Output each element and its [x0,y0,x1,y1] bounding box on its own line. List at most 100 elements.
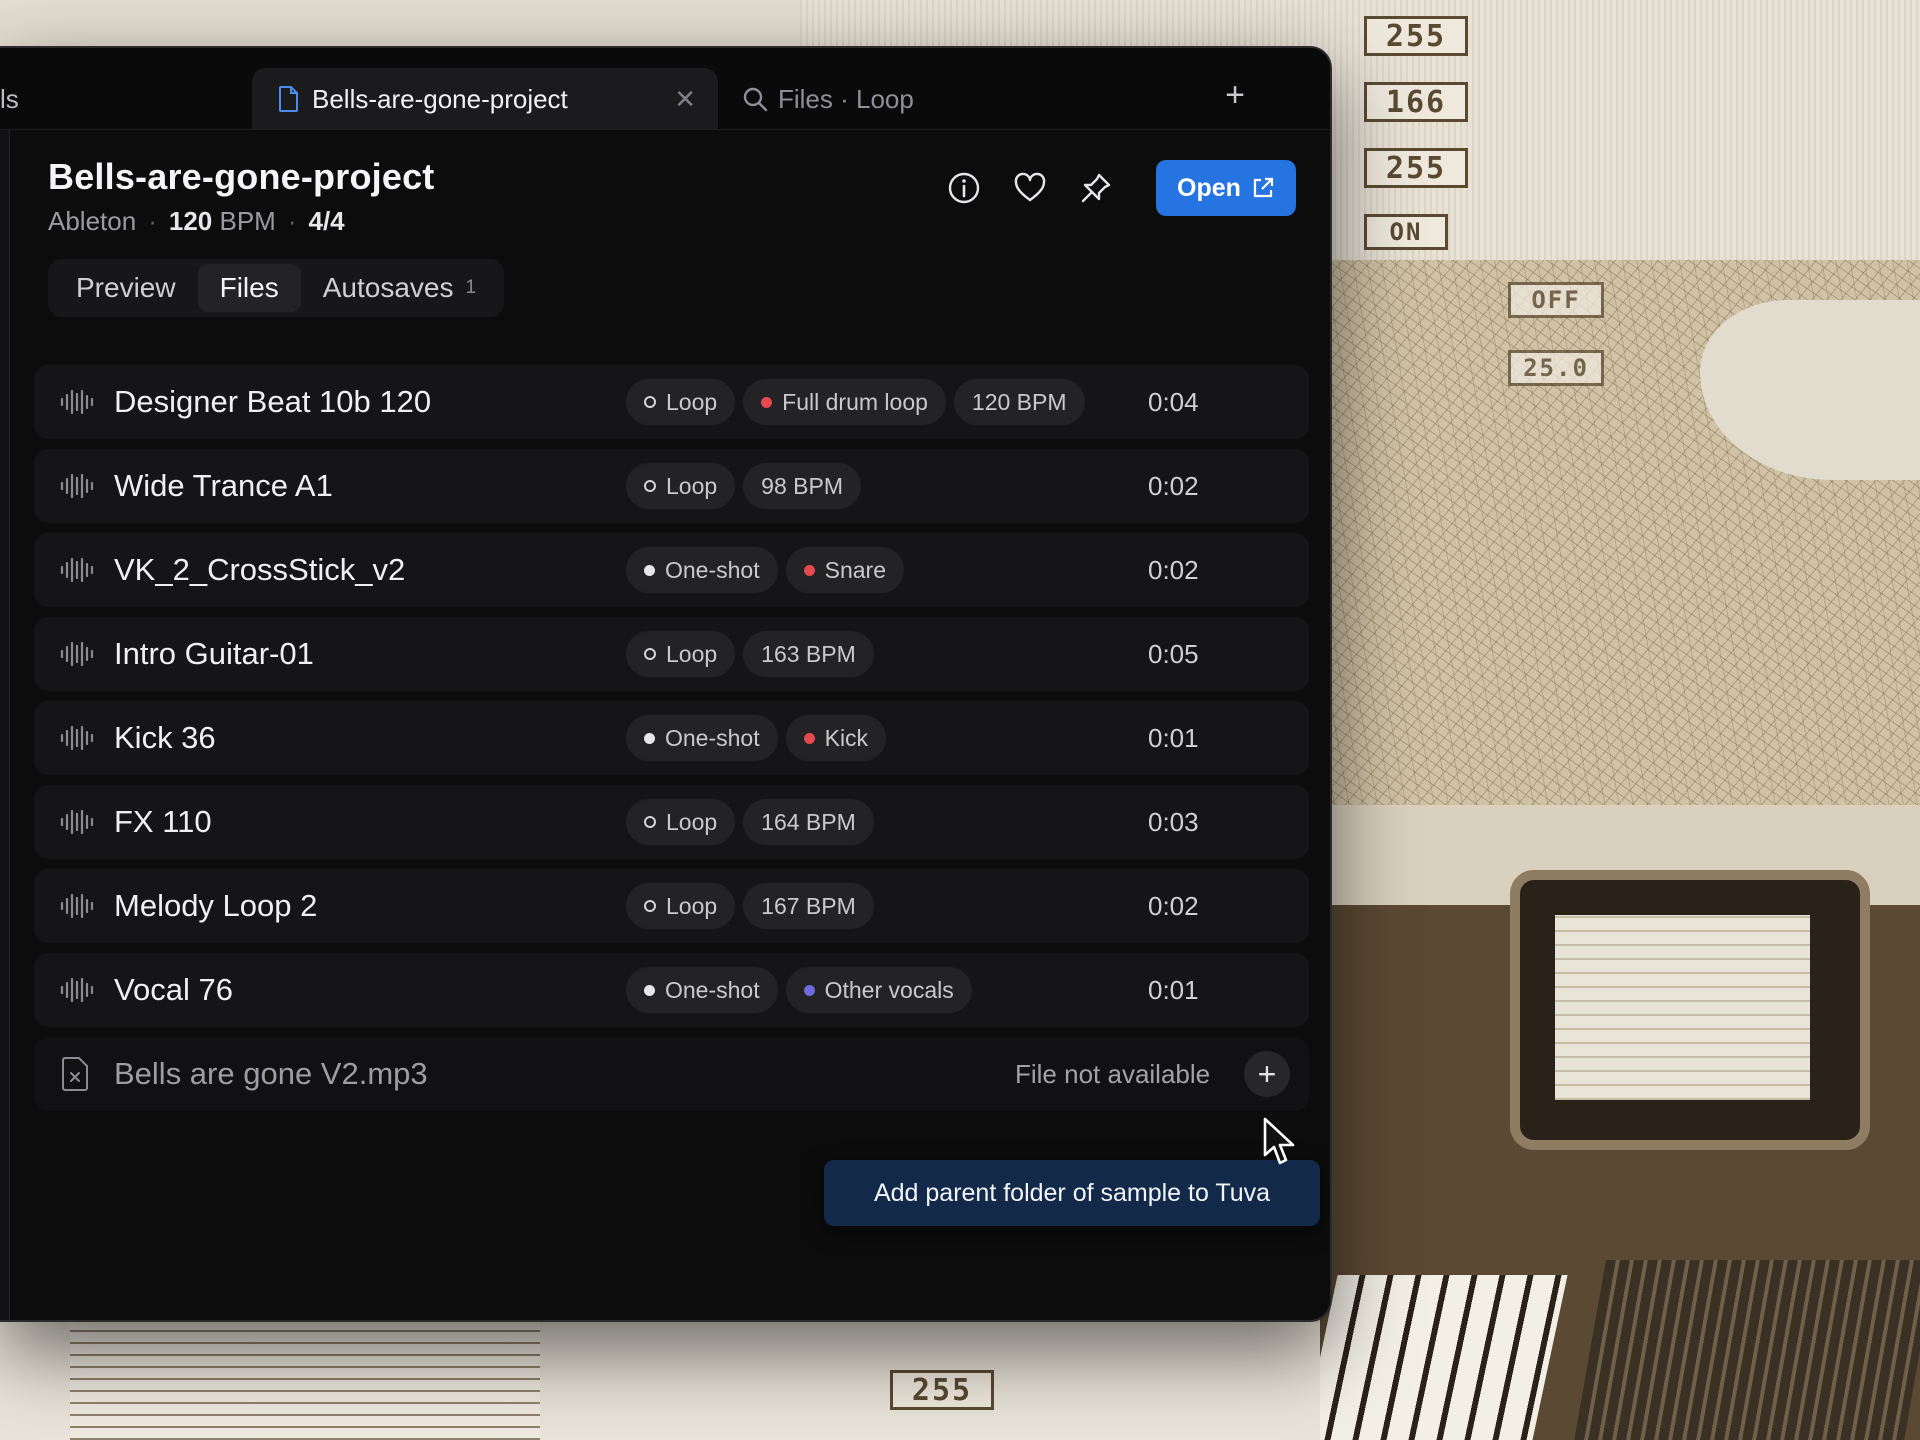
tab-bar: ls Bells-are-gone-project ✕ Files · Loop… [0,48,1330,130]
file-name: VK_2_CrossStick_v2 [114,552,406,587]
waveform-icon [60,641,94,667]
red-dot-icon [803,732,815,744]
type-tag[interactable]: Loop [626,883,736,929]
background-readout: ON [1364,214,1448,250]
tab-label: Bells-are-gone-project [312,83,568,114]
heart-icon [1014,172,1046,202]
tag-label: 98 BPM [761,472,843,499]
tag-label: 120 BPM [971,388,1067,415]
bpm-tag[interactable]: 98 BPM [743,463,861,509]
bpm-tag[interactable]: 167 BPM [743,883,874,929]
tab-label: Files · Loop [778,83,914,114]
sidebar-edge [0,130,10,1320]
waveform-icon [60,725,94,751]
tab-files[interactable]: Files [197,264,301,312]
background-stripes [70,1322,540,1440]
pin-icon [1081,173,1111,203]
tag-label: 164 BPM [761,808,856,835]
file-row[interactable]: Kick 36 One-shot Kick 0:01 [34,701,1309,775]
project-header: Bells-are-gone-project Ableton · 120 BPM… [48,156,434,237]
new-tab-button[interactable]: + [1212,72,1258,118]
file-row[interactable]: VK_2_CrossStick_v2 One-shot Snare 0:02 [34,533,1309,607]
file-tags: Loop 98 BPM [626,463,861,509]
file-name: Melody Loop 2 [114,888,318,923]
file-tags: Loop 164 BPM [626,799,874,845]
app-window: ls Bells-are-gone-project ✕ Files · Loop… [0,46,1332,1322]
close-tab-icon[interactable]: ✕ [674,84,696,115]
background-readout: 255 [1364,16,1468,56]
file-name: Intro Guitar-01 [114,636,314,671]
open-button-label: Open [1177,173,1241,202]
oneshot-dot-icon [644,564,655,576]
background-piano-keys [1302,1275,1568,1440]
tab-project[interactable]: Bells-are-gone-project ✕ [252,68,718,130]
file-name: Bells are gone V2.mp3 [114,1056,428,1091]
type-tag[interactable]: Loop [626,379,736,425]
tab-autosaves[interactable]: Autosaves 1 [301,264,498,312]
waveform-icon [60,389,94,415]
plus-icon: + [1225,75,1245,114]
tooltip: Add parent folder of sample to Tuva [824,1160,1320,1226]
category-tag[interactable]: Full drum loop [743,379,946,425]
type-tag[interactable]: Loop [626,463,736,509]
waveform-icon [60,893,94,919]
bpm-tag[interactable]: 163 BPM [743,631,874,677]
file-tags: Loop 163 BPM [626,631,874,677]
file-row[interactable]: Melody Loop 2 Loop 167 BPM 0:02 [34,869,1309,943]
tag-label: Full drum loop [782,388,928,415]
tab-preview[interactable]: Preview [54,264,198,312]
time-signature: 4/4 [308,206,345,236]
type-tag[interactable]: One-shot [626,547,778,593]
type-tag[interactable]: One-shot [626,715,778,761]
category-tag[interactable]: Other vocals [785,967,972,1013]
file-row[interactable]: Designer Beat 10b 120 Loop Full drum loo… [34,365,1309,439]
waveform-icon [60,977,94,1003]
file-name: Wide Trance A1 [114,468,333,503]
category-tag[interactable]: Kick [785,715,887,761]
type-tag[interactable]: Loop [626,631,736,677]
tab-previous[interactable]: ls [0,68,19,130]
file-row[interactable]: FX 110 Loop 164 BPM 0:03 [34,785,1309,859]
file-row[interactable]: Wide Trance A1 Loop 98 BPM 0:02 [34,449,1309,523]
background-monitor-screen [1555,915,1810,1100]
pin-button[interactable] [1076,168,1116,208]
file-tags: One-shot Snare [626,547,904,593]
type-tag[interactable]: One-shot [626,967,778,1013]
file-tags: One-shot Other vocals [626,967,972,1013]
autosaves-count: 1 [465,277,477,298]
file-tags: One-shot Kick [626,715,887,761]
file-row[interactable]: Vocal 76 One-shot Other vocals 0:01 [34,953,1309,1027]
file-duration: 0:05 [1148,638,1199,669]
view-switcher: Preview Files Autosaves 1 [48,259,505,317]
missing-file-row[interactable]: Bells are gone V2.mp3 File not available… [34,1037,1309,1111]
search-icon [743,87,768,112]
mouse-cursor-icon [1263,1117,1295,1165]
info-button[interactable] [944,168,984,208]
loop-ring-icon [644,396,656,408]
background-readout: 255 [1364,148,1468,188]
tab-search[interactable]: Files · Loop [742,68,914,130]
favorite-button[interactable] [1010,168,1050,208]
file-row[interactable]: Intro Guitar-01 Loop 163 BPM 0:05 [34,617,1309,691]
file-duration: 0:01 [1148,722,1199,753]
file-tags: Loop Full drum loop 120 BPM [626,379,1085,425]
file-list: Designer Beat 10b 120 Loop Full drum loo… [34,365,1309,1121]
loop-ring-icon [644,816,656,828]
bpm-tag[interactable]: 164 BPM [743,799,874,845]
open-in-daw-button[interactable]: Open [1156,160,1296,216]
tag-label: Loop [666,388,718,415]
add-parent-folder-button[interactable]: + [1244,1051,1290,1097]
tag-label: One-shot [665,556,760,583]
bpm-tag[interactable]: 120 BPM [953,379,1085,425]
file-name: Vocal 76 [114,972,233,1007]
background-readout: 25.0 [1508,350,1604,386]
category-tag[interactable]: Snare [785,547,904,593]
tag-label: Kick [824,724,869,751]
red-dot-icon [761,396,773,408]
project-meta: Ableton · 120 BPM · 4/4 [48,206,434,237]
tag-label: Loop [666,892,718,919]
meta-separator: · [287,206,297,236]
type-tag[interactable]: Loop [626,799,736,845]
bpm-value: 120 [168,206,213,236]
loop-ring-icon [644,900,656,912]
